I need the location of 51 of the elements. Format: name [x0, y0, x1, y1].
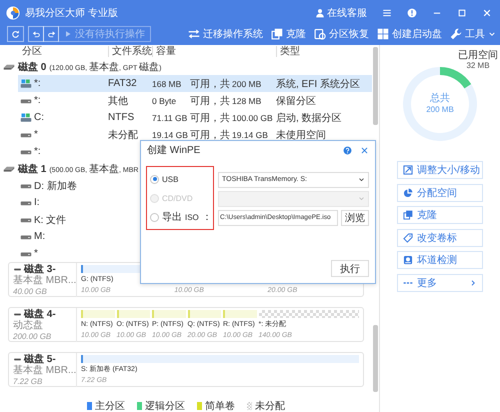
- disk-type: 动态盘: [13, 320, 44, 331]
- table-cell-text: 100.00 GB: [232, 112, 274, 122]
- table-cell-text: NTFS: [108, 112, 136, 123]
- legend-label: 简单卷: [205, 400, 235, 412]
- table-cell-text: FAT32: [108, 78, 138, 89]
- table-cell-text: 可用，共: [190, 78, 231, 90]
- table-cell-text: 系统, EFI 系统分区: [276, 78, 361, 90]
- table-cell-text: 200 MB: [232, 78, 262, 88]
- total-label: 总共: [429, 93, 451, 104]
- table-cell-text: *: [34, 129, 39, 140]
- table-cell-text: *:: [34, 78, 42, 89]
- disk-name: 磁盘 5-: [24, 354, 56, 365]
- disk-size: 200.00 GB: [13, 331, 52, 342]
- table-cell-text: *:: [34, 95, 42, 106]
- disk-type: 基本盘 MBR...: [13, 275, 76, 286]
- table-cell-text: I:: [34, 197, 41, 208]
- used-value: 32 MB: [465, 61, 491, 71]
- disk-name: 磁盘 3-: [24, 264, 56, 275]
- table-cell-text: 168 MB: [152, 78, 182, 88]
- table-cell-text: 可用，共: [190, 94, 231, 108]
- table-cell-text: 可用，共: [190, 128, 231, 142]
- disk-size: 7.22 GB: [13, 376, 44, 387]
- disk-name: 磁盘 0: [18, 60, 46, 74]
- table-cell-text: 其他: [108, 94, 129, 108]
- table-cell-text: 可用，共: [190, 112, 231, 124]
- disk-name: 磁盘 4-: [24, 309, 56, 320]
- table-cell-text: 0 Byte: [152, 96, 178, 106]
- disk-name: 磁盘 1: [18, 162, 46, 176]
- disk-type: 基本盘 MBR...: [13, 365, 76, 376]
- used-label: 已用空间: [457, 51, 499, 61]
- table-cell-text: M:: [34, 231, 46, 242]
- legend-label: 逻辑分区: [145, 400, 185, 412]
- table-cell-text: 128 MB: [232, 96, 262, 106]
- table-cell-text: 未分配: [108, 128, 139, 142]
- dialog-title: 创建 WinPE: [147, 144, 202, 157]
- table-cell-text: *:: [34, 146, 42, 157]
- table-cell-text: 启动, 数据分区: [276, 112, 343, 124]
- table-cell-text: 19.14 GB: [232, 130, 269, 140]
- table-cell-text: 19.14 GB: [152, 130, 189, 140]
- table-cell-text: 未使用空间: [276, 128, 327, 142]
- legend-label: 未分配: [255, 400, 285, 412]
- table-cell-text: 保留分区: [276, 94, 317, 108]
- table-cell-text: 71.11 GB: [152, 112, 188, 122]
- window-title: 易我分区大师 专业版: [25, 6, 118, 20]
- table-cell-text: C:: [34, 112, 45, 123]
- total-value: 200 MB: [425, 104, 455, 115]
- table-cell-text: *: [34, 248, 39, 259]
- table-cell-text: D: 新加卷: [34, 180, 78, 192]
- legend-label: 主分区: [95, 400, 125, 412]
- disk-size: 40.00 GB: [13, 286, 48, 297]
- table-cell-text: K: 文件: [34, 214, 68, 226]
